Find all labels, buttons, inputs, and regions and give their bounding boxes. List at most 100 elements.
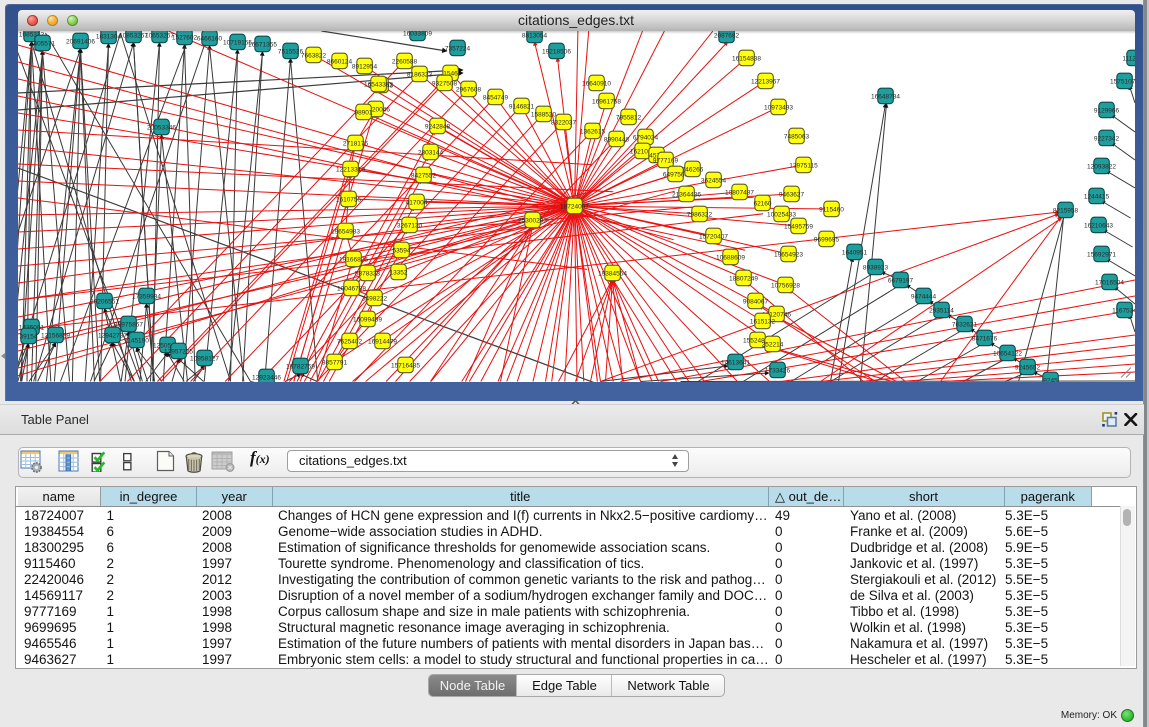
svg-text:15716485: 15716485 [391, 362, 420, 369]
svg-text:7357224: 7357224 [444, 45, 470, 52]
svg-text:5878333: 5878333 [354, 270, 380, 277]
svg-text:19654983: 19654983 [331, 228, 360, 235]
svg-text:3624554: 3624554 [700, 177, 726, 184]
svg-text:3498222: 3498222 [361, 295, 387, 302]
svg-text:25300203: 25300203 [518, 217, 547, 224]
svg-text:1145190: 1145190 [124, 337, 149, 344]
svg-text:3267130: 3267130 [396, 222, 422, 229]
svg-text:7485063: 7485063 [783, 133, 809, 140]
svg-text:15720407: 15720407 [699, 233, 728, 240]
svg-text:9245652: 9245652 [1014, 364, 1040, 371]
svg-text:7625402: 7625402 [336, 338, 362, 345]
svg-text:16210643: 16210643 [1084, 222, 1113, 229]
svg-text:8938923: 8938923 [862, 264, 888, 271]
svg-text:13975115: 13975115 [789, 162, 818, 169]
svg-text:12093822: 12093822 [1087, 163, 1116, 170]
svg-text:16914479: 16914479 [368, 338, 397, 345]
svg-text:1831304: 1831304 [95, 33, 121, 40]
svg-text:18807249: 18807249 [729, 275, 758, 282]
svg-text:8912954: 8912954 [351, 63, 377, 70]
svg-text:9474444: 9474444 [910, 293, 936, 300]
svg-text:20053346: 20053346 [147, 124, 176, 131]
svg-text:19218506: 19218506 [542, 48, 571, 55]
svg-text:1615132: 1615132 [749, 318, 775, 325]
svg-text:8186323: 8186323 [406, 71, 432, 78]
svg-text:10958127: 10958127 [190, 355, 219, 362]
svg-text:746266: 746266 [681, 166, 703, 173]
svg-text:1112043: 1112043 [1122, 55, 1135, 62]
svg-text:417004: 417004 [405, 199, 427, 206]
svg-text:9084067: 9084067 [742, 298, 768, 305]
svg-text:12156829: 12156829 [41, 332, 70, 339]
svg-text:6794024: 6794024 [632, 134, 658, 141]
svg-text:62160: 62160 [753, 200, 771, 207]
svg-text:10046788: 10046788 [337, 285, 366, 292]
svg-text:10688609: 10688609 [716, 254, 745, 261]
svg-text:1405571: 1405571 [29, 40, 55, 47]
svg-text:8322037: 8322037 [550, 119, 576, 126]
svg-text:21364436: 21364436 [672, 191, 701, 198]
svg-text:15751074: 15751074 [1110, 78, 1135, 85]
svg-text:12213967: 12213967 [751, 78, 780, 85]
svg-text:9857791: 9857791 [321, 359, 347, 366]
svg-text:17359934: 17359934 [132, 293, 161, 300]
svg-text:1588520: 1588520 [530, 111, 556, 118]
svg-text:39154: 39154 [19, 333, 37, 340]
svg-text:16961758: 16961758 [592, 98, 621, 105]
svg-text:20206551: 20206551 [90, 298, 119, 305]
svg-text:12923446: 12923446 [252, 374, 281, 381]
svg-text:2718176: 2718176 [342, 140, 368, 147]
svg-text:2803144: 2803144 [417, 149, 443, 156]
svg-text:1527602: 1527602 [171, 34, 197, 41]
svg-text:10973493: 10973493 [764, 104, 793, 111]
svg-text:13352: 13352 [389, 269, 407, 276]
svg-text:8454749: 8454749 [482, 94, 508, 101]
svg-text:8990448: 8990448 [603, 136, 629, 143]
svg-text:9242848: 9242848 [424, 123, 450, 130]
svg-text:1167534: 1167534 [1112, 307, 1135, 314]
svg-text:1640951: 1640951 [841, 249, 867, 256]
svg-text:6679197: 6679197 [887, 277, 913, 284]
svg-text:19384554: 19384554 [598, 270, 627, 277]
svg-text:39975867: 39975867 [114, 321, 143, 328]
svg-text:9699695: 9699695 [813, 236, 839, 243]
svg-text:9777169: 9777169 [652, 157, 678, 164]
svg-text:19166825: 19166825 [339, 256, 368, 263]
svg-text:16154838: 16154838 [732, 55, 761, 62]
svg-text:17016504: 17016504 [1095, 279, 1124, 286]
svg-text:10025433: 10025433 [767, 211, 796, 218]
svg-text:12942737: 12942737 [98, 332, 127, 339]
svg-text:252214: 252214 [761, 341, 783, 348]
svg-text:8471676: 8471676 [971, 335, 997, 342]
svg-text:8427552: 8427552 [410, 172, 436, 179]
svg-text:7663822: 7663822 [300, 52, 326, 59]
svg-text:6466160: 6466160 [196, 35, 222, 42]
svg-text:9115460: 9115460 [819, 206, 844, 213]
svg-text:7632621: 7632621 [951, 321, 977, 328]
svg-text:1362615: 1362615 [579, 128, 605, 135]
svg-text:16782759: 16782759 [286, 363, 315, 370]
svg-text:53594: 53594 [392, 247, 410, 254]
svg-text:16640910: 16640910 [582, 80, 611, 87]
svg-text:1244415: 1244415 [1083, 193, 1109, 200]
svg-text:1610755: 1610755 [335, 196, 361, 203]
svg-text:9129966: 9129966 [1093, 107, 1119, 114]
svg-text:19654923: 19654923 [774, 251, 803, 258]
svg-text:2935114: 2935114 [929, 307, 954, 314]
svg-text:16543362: 16543362 [364, 81, 393, 88]
svg-text:7515526: 7515526 [277, 48, 303, 55]
svg-text:98901: 98901 [354, 109, 372, 116]
svg-text:8215958: 8215958 [1052, 207, 1078, 214]
svg-text:2967608: 2967608 [455, 86, 481, 93]
svg-text:9227342: 9227342 [1093, 135, 1119, 142]
svg-text:9327508: 9327508 [431, 80, 457, 87]
svg-text:10807487: 10807487 [725, 189, 754, 196]
svg-text:9146821: 9146821 [508, 103, 534, 110]
svg-text:17957225: 17957225 [164, 348, 193, 355]
svg-text:16099489: 16099489 [353, 316, 382, 323]
svg-text:16671355: 16671355 [248, 41, 277, 48]
svg-text:14613641: 14613641 [721, 359, 750, 366]
svg-text:2260588: 2260588 [391, 58, 417, 65]
svg-text:10756928: 10756928 [771, 282, 800, 289]
svg-text:15495759: 15495759 [784, 223, 813, 230]
